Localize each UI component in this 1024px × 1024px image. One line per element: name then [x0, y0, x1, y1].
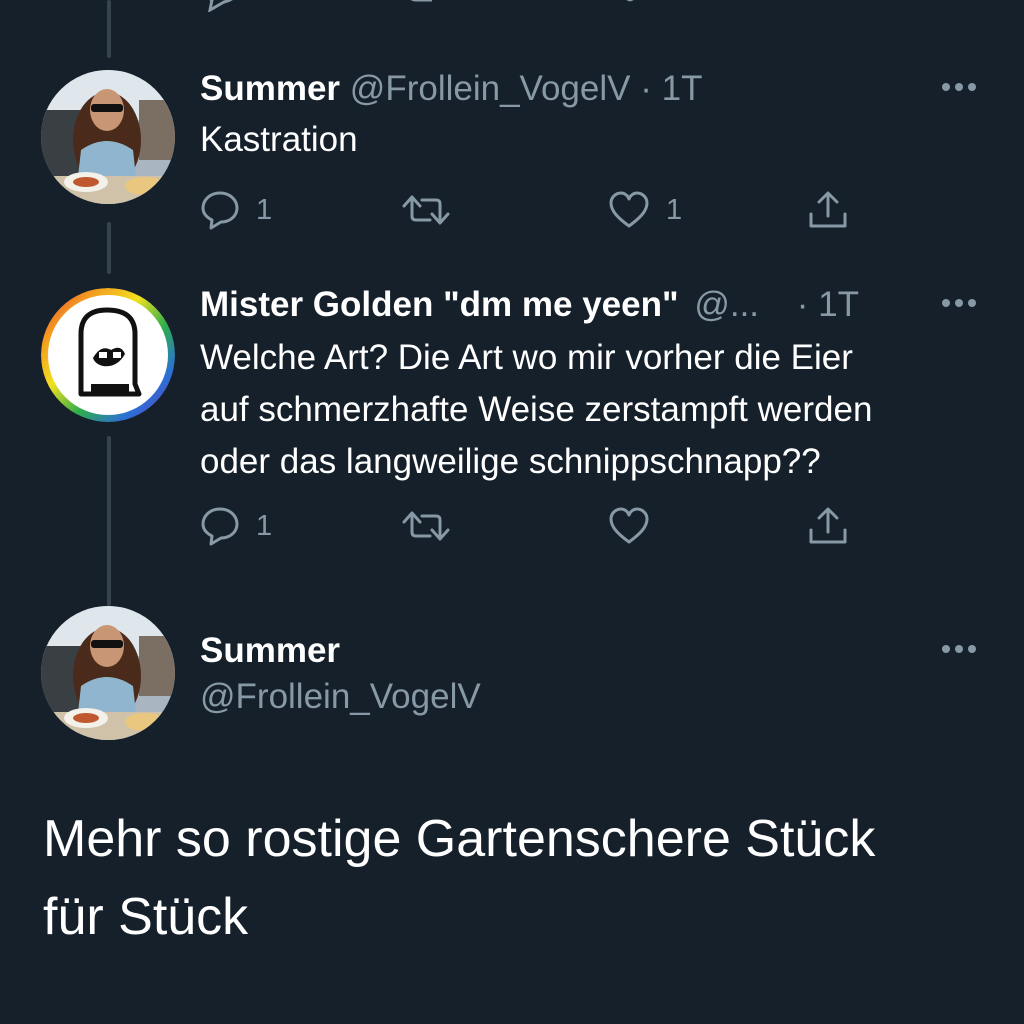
avatar[interactable]	[41, 606, 175, 740]
reply-button[interactable]: 1	[200, 188, 272, 232]
reply-button[interactable]: 1	[200, 504, 272, 548]
tweet-text-line: Welche Art? Die Art wo mir vorher die Ei…	[200, 338, 853, 377]
avatar[interactable]	[41, 288, 175, 422]
tweet-text: Welche Art? Die Art wo mir vorher die Ei…	[200, 332, 872, 488]
retweet-icon[interactable]	[400, 0, 452, 12]
heart-icon[interactable]	[608, 0, 652, 12]
retweet-button[interactable]	[400, 188, 468, 232]
display-name[interactable]: Summer	[200, 630, 481, 672]
reply-count: 1	[256, 509, 273, 542]
tweet-actions: 1 1	[200, 188, 860, 232]
main-tweet-text-line: Mehr so rostige Gartenschere Stück	[43, 810, 876, 868]
username[interactable]: @...	[694, 285, 759, 324]
thread-line-top	[107, 0, 111, 58]
previous-tweet-actions	[200, 0, 860, 12]
separator-dot: ·	[640, 69, 652, 108]
username[interactable]: @Frollein_VogelV	[350, 69, 631, 108]
avatar-photo	[41, 606, 175, 740]
retweet-icon	[402, 511, 450, 541]
retweet-button[interactable]	[400, 504, 468, 548]
display-name[interactable]: Summer	[200, 69, 340, 108]
more-icon[interactable]	[942, 298, 976, 310]
share-icon[interactable]	[806, 0, 850, 12]
retweet-icon	[402, 195, 450, 225]
share-icon	[809, 507, 847, 544]
avatar[interactable]	[41, 70, 175, 204]
tweet-text: Kastration	[200, 120, 358, 159]
share-icon	[809, 191, 847, 228]
timestamp[interactable]: 1T	[662, 69, 703, 108]
main-tweet-text: Mehr so rostige Gartenschere Stück für S…	[43, 800, 983, 956]
display-name[interactable]: Mister Golden "dm me yeen"	[200, 285, 679, 324]
share-button[interactable]	[806, 504, 850, 548]
more-icon[interactable]	[942, 644, 976, 656]
timestamp[interactable]: 1T	[818, 285, 859, 324]
avatar-pride-ghost	[41, 288, 175, 422]
tweet-header: Summer @Frollein_VogelV · 1T	[200, 68, 702, 110]
like-button[interactable]: 1	[608, 188, 682, 232]
avatar-photo	[41, 70, 175, 204]
tweet-summer-1[interactable]: Summer @Frollein_VogelV · 1T Kastration …	[0, 68, 1024, 238]
heart-icon	[609, 507, 649, 544]
main-tweet-text-line: für Stück	[43, 888, 249, 946]
reply-icon[interactable]	[200, 0, 244, 12]
tweet-text-line: auf schmerzhafte Weise zerstampft werden	[200, 390, 873, 429]
tweet-mister-golden[interactable]: Mister Golden "dm me yeen" @... · 1T Wel…	[0, 284, 1024, 554]
username[interactable]: @Frollein_VogelV	[200, 676, 481, 718]
reply-icon	[201, 507, 239, 546]
tweet-actions: 1	[200, 504, 860, 548]
reply-count: 1	[256, 193, 273, 226]
like-button[interactable]	[608, 504, 666, 548]
tweet-header: Summer @Frollein_VogelV	[200, 630, 481, 718]
separator-dot: ·	[796, 285, 809, 324]
reply-icon	[201, 191, 239, 230]
like-count: 1	[666, 193, 683, 226]
heart-icon	[609, 191, 649, 228]
share-button[interactable]	[806, 188, 850, 232]
tweet-text-line: oder das langweilige schnippschnapp??	[200, 442, 821, 481]
tweet-header: Mister Golden "dm me yeen" @... · 1T	[200, 284, 859, 326]
more-icon[interactable]	[942, 82, 976, 94]
